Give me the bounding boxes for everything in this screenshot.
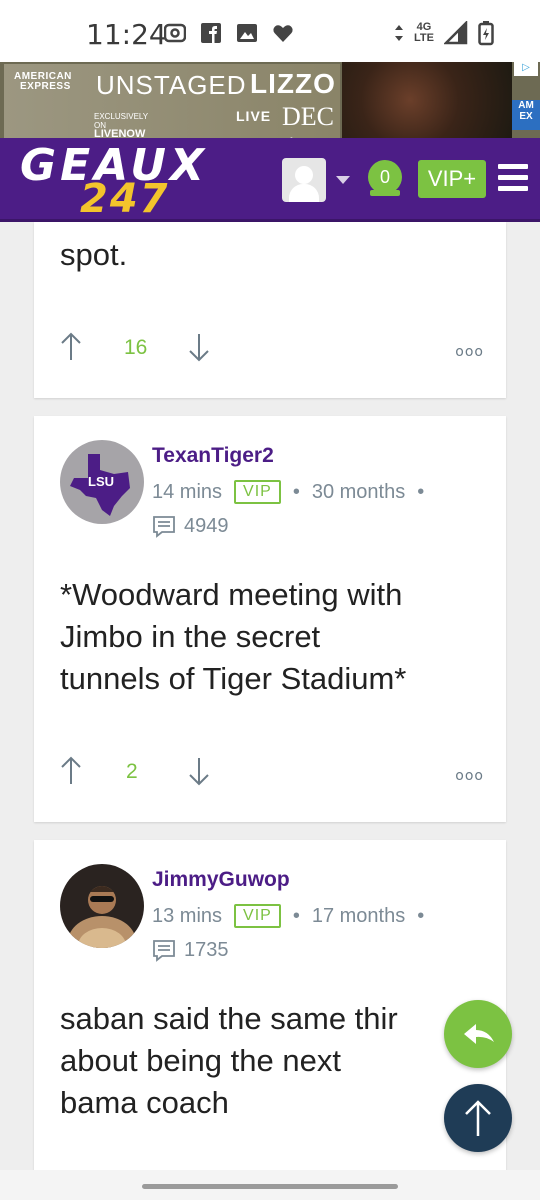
- post-time: 14 mins: [152, 480, 223, 503]
- ad-exclusive-text: EXCLUSIVELY ON LIVENOW: [94, 112, 148, 138]
- post-count: 4949: [152, 514, 229, 538]
- vip-plus-button[interactable]: VIP+: [418, 160, 486, 198]
- post-meta: 13 mins VIP • 17 months •: [152, 904, 424, 928]
- system-nav-bar: [0, 1170, 540, 1200]
- meta-separator: •: [417, 904, 425, 927]
- vip-badge: VIP: [234, 904, 281, 928]
- upvote-arrow-icon[interactable]: [60, 756, 82, 786]
- bell-base: [370, 190, 400, 196]
- vote-count: 2: [126, 760, 138, 783]
- meta-separator: •: [292, 480, 300, 503]
- post-count: 1735: [152, 938, 229, 962]
- post-card: spot. 16 ooo: [34, 222, 506, 398]
- post-card: JimmyGuwop 13 mins VIP • 17 months • 173…: [34, 840, 506, 1180]
- home-gesture-pill[interactable]: [142, 1184, 398, 1189]
- vip-badge: VIP: [234, 480, 281, 504]
- network-type: 4G LTE: [414, 21, 434, 44]
- author-username[interactable]: TexanTiger2: [152, 444, 274, 468]
- heart-icon: [273, 25, 293, 42]
- meta-separator: •: [417, 480, 425, 503]
- lsu-texas-avatar: LSU: [60, 440, 144, 524]
- reply-arrow-icon: [464, 1024, 494, 1044]
- author-avatar[interactable]: LSU: [60, 440, 144, 524]
- post-card: LSU TexanTiger2 14 mins VIP • 30 months …: [34, 416, 506, 822]
- chevron-down-icon[interactable]: [336, 176, 350, 184]
- ad-choices-icon[interactable]: ▷: [514, 62, 538, 76]
- status-app-icons: [164, 22, 294, 44]
- meta-separator: •: [292, 904, 300, 927]
- upvote-arrow-icon[interactable]: [60, 332, 82, 362]
- scroll-to-top-button[interactable]: [444, 1084, 512, 1152]
- battery-icon: [478, 21, 494, 46]
- vote-count: 16: [124, 336, 148, 359]
- status-system-icons: 4G LTE: [394, 20, 494, 46]
- avatar-lsu-text: LSU: [88, 474, 114, 489]
- signal-icon: [444, 21, 468, 45]
- arrow-up-icon: [465, 1100, 491, 1136]
- post-count-value: 1735: [184, 938, 229, 961]
- post-count-value: 4949: [184, 514, 229, 537]
- more-options-icon[interactable]: ooo: [455, 344, 484, 360]
- gallery-icon: [237, 24, 257, 42]
- user-avatar-button[interactable]: [282, 158, 326, 202]
- avatar-head: [295, 166, 313, 184]
- downvote-arrow-icon[interactable]: [188, 332, 210, 362]
- notification-count: 0: [368, 160, 402, 194]
- status-bar: 11:24 4G LTE: [0, 0, 540, 62]
- notifications-bell-icon[interactable]: 0: [368, 160, 404, 200]
- downvote-arrow-icon[interactable]: [188, 756, 210, 786]
- reply-button[interactable]: [444, 1000, 512, 1068]
- author-avatar[interactable]: [60, 864, 144, 948]
- vote-row: 2 ooo: [60, 756, 484, 790]
- ad-date-text: DEC 4: [282, 102, 334, 138]
- ad-amex-logo: AM EX: [512, 100, 540, 130]
- member-tenure: 30 months: [311, 480, 406, 503]
- data-arrows-icon: [395, 25, 404, 41]
- post-time: 13 mins: [152, 904, 223, 927]
- post-meta: 14 mins VIP • 30 months •: [152, 480, 424, 504]
- ad-unstaged-text: UNSTAGED: [96, 70, 247, 100]
- author-username[interactable]: JimmyGuwop: [152, 868, 290, 892]
- logo-247: 247: [80, 176, 170, 222]
- ad-artist-text: LIZZO: [250, 68, 336, 99]
- message-icon: [153, 940, 175, 962]
- ad-amex-wordmark: AMERICAN EXPRESS: [14, 71, 72, 92]
- photo-avatar: [60, 864, 144, 948]
- member-tenure: 17 months: [311, 904, 406, 927]
- site-header: GEAUX 247 0 VIP+: [0, 138, 540, 222]
- avatar-body: [289, 184, 319, 202]
- post-text: saban said the same thir about being the…: [60, 1001, 398, 1120]
- more-options-icon[interactable]: ooo: [455, 768, 484, 784]
- site-logo[interactable]: GEAUX 247: [20, 140, 270, 222]
- message-icon: [153, 516, 175, 538]
- ad-left-panel: AMERICAN EXPRESS UNSTAGED LIZZO EXCLUSIVE…: [4, 64, 340, 138]
- ad-photo: [342, 62, 512, 138]
- post-text: *Woodward meeting with Jimbo in the secr…: [60, 577, 407, 696]
- hamburger-menu-icon[interactable]: [498, 164, 528, 192]
- status-time: 11:24: [86, 18, 167, 51]
- facebook-icon: [201, 23, 221, 43]
- post-text: spot.: [60, 237, 128, 272]
- ad-live-text: LIVE: [236, 108, 272, 124]
- vote-row: 16 ooo: [60, 332, 484, 366]
- ring-icon: [164, 23, 186, 43]
- ad-banner[interactable]: AMERICAN EXPRESS UNSTAGED LIZZO EXCLUSIVE…: [0, 62, 540, 138]
